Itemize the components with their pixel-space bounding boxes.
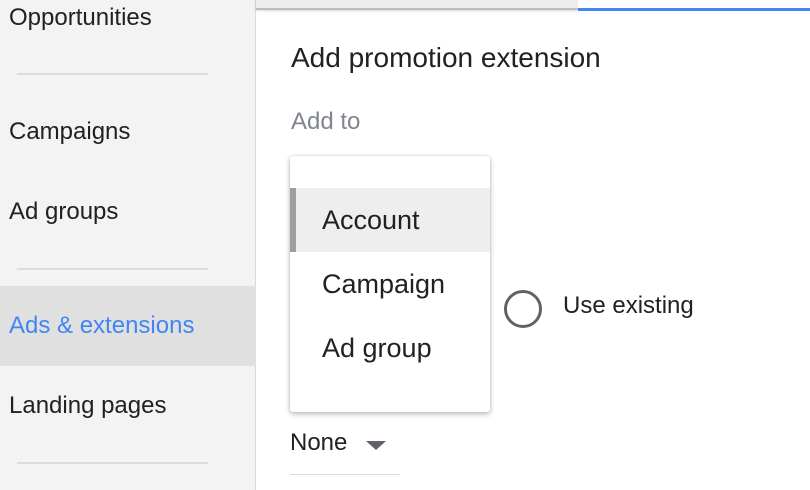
top-tab-bar xyxy=(256,0,810,11)
menu-item-ad-group[interactable]: Ad group xyxy=(290,316,490,380)
sidebar-item-label: Landing pages xyxy=(9,392,167,419)
extension-select[interactable]: None xyxy=(290,425,400,475)
sidebar-item-label: Opportunities xyxy=(9,4,152,31)
sidebar-item-campaigns[interactable]: Campaigns xyxy=(0,106,256,158)
sidebar-divider xyxy=(17,73,208,75)
sidebar-divider xyxy=(17,268,208,270)
menu-item-campaign[interactable]: Campaign xyxy=(290,252,490,316)
select-value: None xyxy=(290,429,348,456)
menu-item-label: Campaign xyxy=(322,268,446,299)
sidebar-item-landing-pages[interactable]: Landing pages xyxy=(0,380,256,432)
caret-down-icon xyxy=(366,441,386,450)
sidebar: Opportunities Campaigns Ad groups Ads & … xyxy=(0,0,256,490)
menu-item-label: Ad group xyxy=(322,332,432,363)
use-existing-label[interactable]: Use existing xyxy=(563,292,694,320)
tab-active-indicator[interactable] xyxy=(578,0,810,11)
use-existing-radio[interactable] xyxy=(504,290,542,328)
menu-item-account[interactable]: Account xyxy=(290,188,490,252)
sidebar-divider xyxy=(17,462,208,464)
menu-item-label: Account xyxy=(322,204,420,235)
sidebar-item-ads-extensions[interactable]: Ads & extensions xyxy=(0,286,256,366)
sidebar-item-label: Ads & extensions xyxy=(9,312,195,339)
sidebar-item-opportunities[interactable]: Opportunities xyxy=(0,0,256,36)
sidebar-item-label: Ad groups xyxy=(9,198,119,225)
sidebar-item-ad-groups[interactable]: Ad groups xyxy=(0,186,256,238)
add-to-dropdown-menu: Account Campaign Ad group xyxy=(290,156,490,412)
tab-inactive[interactable] xyxy=(256,0,578,10)
add-to-label: Add to xyxy=(291,108,361,135)
sidebar-item-label: Campaigns xyxy=(9,118,131,145)
page-title: Add promotion extension xyxy=(291,42,601,73)
